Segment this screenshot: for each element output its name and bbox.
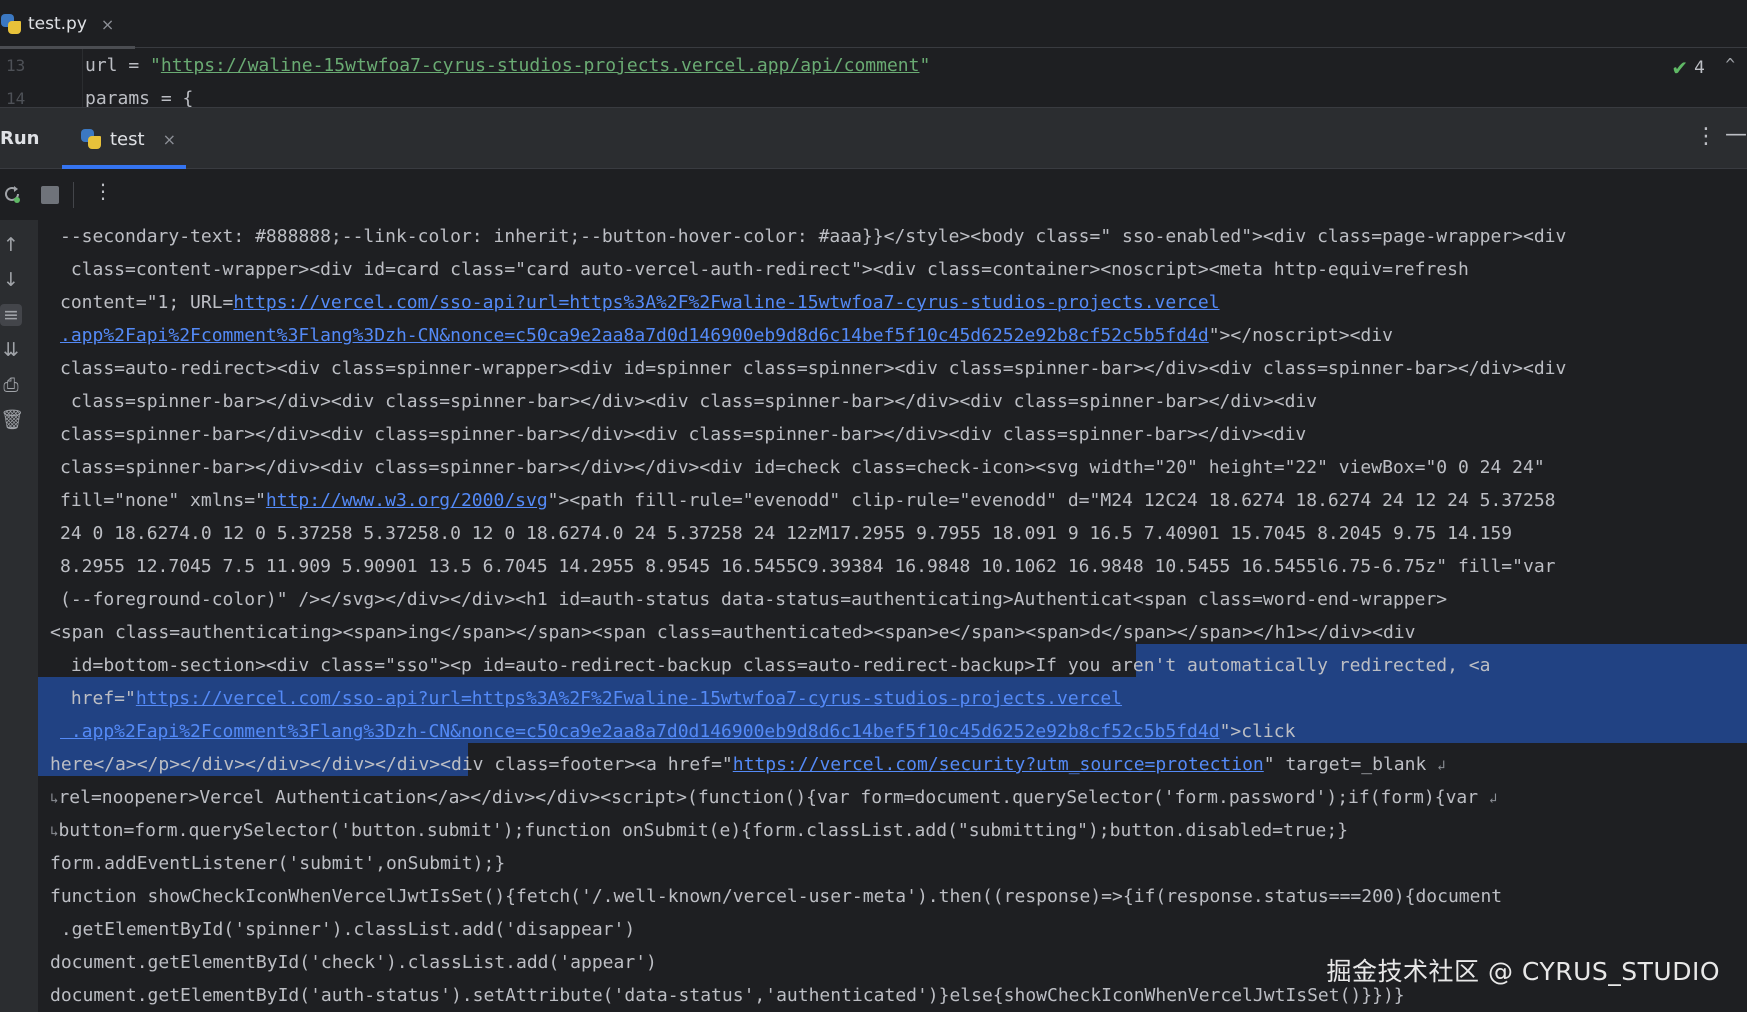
console-text: content="1; URL=: [60, 292, 234, 313]
run-tab-label: test: [110, 128, 145, 150]
console-line: ↳button=form.querySelector('button.submi…: [50, 814, 1348, 847]
console-text: <span class=authenticating><span>ing</sp…: [50, 622, 1416, 643]
console-line: 8.2955 12.7045 7.5 11.909 5.90901 13.5 6…: [60, 550, 1556, 583]
minimize-icon[interactable]: —: [1725, 122, 1747, 147]
arrow-down-icon[interactable]: ↓: [0, 269, 22, 291]
soft-wrap-mark-icon: ↲: [1437, 758, 1446, 774]
console-link[interactable]: .app%2Fapi%2Fcomment%3Flang%3Dzh-CN&nonc…: [60, 325, 1209, 346]
soft-wrap-icon[interactable]: ≡: [0, 304, 22, 326]
console-text: rel=noopener>Vercel Authentication</a></…: [58, 787, 1489, 808]
console-action-strip: ↑ ↓ ≡ ⇊ ⎙ 🗑: [0, 220, 38, 1012]
console-line: .app%2Fapi%2Fcomment%3Flang%3Dzh-CN&nonc…: [60, 319, 1393, 352]
console-text: If you aren't automatically redirected, …: [1035, 655, 1491, 676]
console-line: form.addEventListener('submit',onSubmit)…: [50, 847, 505, 880]
line-number: 14: [6, 89, 26, 108]
console-text: id=bottom-section><div class="sso"><p id…: [60, 655, 1036, 676]
console-link[interactable]: https://vercel.com/security?utm_source=p…: [733, 754, 1264, 775]
console-line: content="1; URL=https://vercel.com/sso-a…: [60, 286, 1220, 319]
console-text: href=": [60, 688, 136, 709]
run-toolbar: ⋮: [0, 170, 1747, 220]
arrow-up-icon[interactable]: ↑: [0, 234, 22, 256]
code-editor[interactable]: 13 url = "https://waline-15wtwfoa7-cyrus…: [0, 49, 1747, 109]
console-line: (--foreground-color)" /></svg></div></di…: [60, 583, 1447, 616]
console-line: here</a></p></div></div></div></div><div…: [50, 748, 1446, 781]
console-text: button=form.querySelector('button.submit…: [58, 820, 1349, 841]
trash-icon[interactable]: 🗑: [0, 409, 24, 431]
run-title: Run: [0, 128, 40, 149]
console-line: document.getElementById('check').classLi…: [50, 946, 657, 979]
watermark: 掘金技术社区 @ CYRUS_STUDIO: [1326, 957, 1720, 986]
scroll-to-end-icon[interactable]: ⇊: [0, 339, 22, 361]
soft-wrap-mark-icon: ↲: [1488, 791, 1498, 807]
console-text: "></noscript><div: [1208, 325, 1393, 346]
console-text: class=content-wrapper><div id=card class…: [60, 259, 1469, 280]
editor-tab-label: test.py: [28, 14, 87, 34]
console-text: <div class=footer><a href=": [440, 754, 733, 775]
console-line: class=spinner-bar></div><div class=spinn…: [60, 418, 1306, 451]
checkmark-icon: ✔: [1671, 56, 1689, 80]
console-text: document.getElementById('check').classLi…: [50, 952, 657, 973]
console-line: --secondary-text: #888888;--link-color: …: [60, 220, 1566, 253]
run-tab-indicator: [62, 165, 186, 169]
toolbar-separator: [73, 182, 74, 208]
console-line: <span class=authenticating><span>ing</sp…: [50, 616, 1415, 649]
close-icon[interactable]: ×: [101, 15, 114, 34]
console-text: (--foreground-color)" /></svg></div></di…: [60, 589, 1448, 610]
more-options-icon[interactable]: ⋮: [93, 179, 113, 203]
console-line: fill="none" xmlns="http://www.w3.org/200…: [60, 484, 1556, 517]
console-text: ">click: [1219, 721, 1296, 742]
console-text: 24 0 18.6274.0 12 0 5.37258 5.37258.0 12…: [60, 523, 1513, 544]
console-text: class=auto-redirect><div class=spinner-w…: [60, 358, 1567, 379]
console-text: "><path fill-rule="evenodd" clip-rule="e…: [547, 490, 1556, 511]
code-text: url = "https://waline-15wtwfoa7-cyrus-st…: [85, 55, 931, 76]
console-text: form.addEventListener('submit',onSubmit)…: [50, 853, 506, 874]
console-line: class=content-wrapper><div id=card class…: [60, 253, 1469, 286]
python-file-icon: [0, 13, 22, 35]
console-text: function showCheckIconWhenVercelJwtIsSet…: [50, 886, 1503, 907]
code-text: params = {: [85, 88, 194, 109]
console-text: fill="none" xmlns=": [60, 490, 266, 511]
console-link[interactable]: https://vercel.com/sso-api?url=https%3A%…: [136, 688, 1122, 709]
console-link[interactable]: https://vercel.com/sso-api?url=https%3A%…: [233, 292, 1219, 313]
console-line: 24 0 18.6274.0 12 0 5.37258 5.37258.0 12…: [60, 517, 1512, 550]
console-output[interactable]: --secondary-text: #888888;--link-color: …: [38, 220, 1747, 1012]
inspection-count: 4: [1694, 58, 1705, 78]
python-run-icon: [80, 128, 102, 150]
console-text: .getElementById('spinner').classList.add…: [50, 919, 636, 940]
run-tool-window-header: Run test × ⋮ —: [0, 107, 1747, 169]
run-tab-test[interactable]: test ×: [62, 108, 186, 170]
line-number: 13: [6, 56, 26, 75]
console-text: document.getElementById('auth-status').s…: [50, 985, 1405, 1006]
inspection-widget[interactable]: ✔ 4: [1671, 56, 1705, 80]
console-line: id=bottom-section><div class="sso"><p id…: [60, 649, 1491, 682]
console-line: document.getElementById('auth-status').s…: [50, 979, 1405, 1012]
console-line: class=spinner-bar></div><div class=spinn…: [60, 451, 1545, 484]
console-text: 8.2955 12.7045 7.5 11.909 5.90901 13.5 6…: [60, 556, 1556, 577]
console-text: " target=_blank: [1263, 754, 1438, 775]
code-line: 13 url = "https://waline-15wtwfoa7-cyrus…: [0, 49, 1747, 82]
more-options-icon[interactable]: ⋮: [1695, 124, 1717, 149]
stop-icon[interactable]: [41, 186, 59, 204]
console-link[interactable]: .app%2Fapi%2Fcomment%3Flang%3Dzh-CN&nonc…: [60, 721, 1220, 742]
print-icon[interactable]: ⎙: [0, 374, 22, 396]
console-line: class=spinner-bar></div><div class=spinn…: [60, 385, 1317, 418]
console-line: ↳rel=noopener>Vercel Authentication</a><…: [50, 781, 1497, 814]
url-string[interactable]: https://waline-15wtwfoa7-cyrus-studios-p…: [161, 55, 920, 76]
console-line: href="https://vercel.com/sso-api?url=htt…: [60, 682, 1122, 715]
chevron-up-icon[interactable]: ^: [1725, 55, 1735, 74]
console-text: --secondary-text: #888888;--link-color: …: [60, 226, 1567, 247]
console-text: class=spinner-bar></div><div class=spinn…: [60, 457, 1545, 478]
console-text: class=spinner-bar></div><div class=spinn…: [60, 424, 1307, 445]
close-icon[interactable]: ×: [163, 130, 176, 149]
console-line: function showCheckIconWhenVercelJwtIsSet…: [50, 880, 1502, 913]
rerun-icon[interactable]: [1, 183, 23, 205]
console-line: .getElementById('spinner').classList.add…: [50, 913, 635, 946]
console-line: .app%2Fapi%2Fcomment%3Flang%3Dzh-CN&nonc…: [60, 715, 1296, 748]
console-text: here</a></p></div></div></div></div>: [50, 754, 441, 775]
editor-tab-test-py[interactable]: test.py ×: [0, 0, 135, 49]
console-text: class=spinner-bar></div><div class=spinn…: [60, 391, 1318, 412]
console-line: class=auto-redirect><div class=spinner-w…: [60, 352, 1566, 385]
editor-tab-bar: test.py ×: [0, 0, 1747, 49]
console-link[interactable]: http://www.w3.org/2000/svg: [266, 490, 548, 511]
